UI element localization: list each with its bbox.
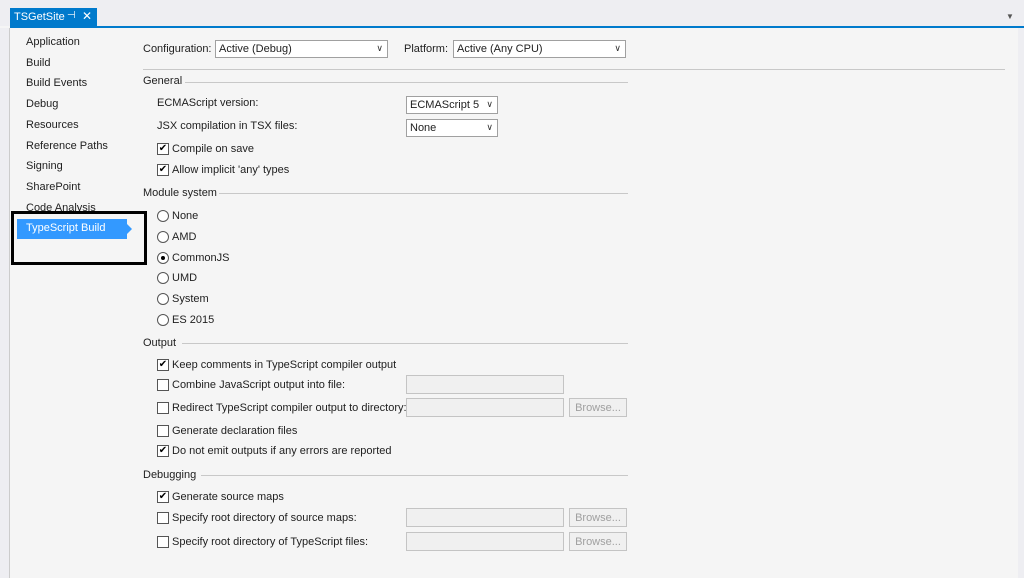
divider — [143, 69, 1005, 70]
sidebar-item-sharepoint[interactable]: SharePoint — [26, 181, 80, 193]
divider — [185, 82, 628, 83]
configuration-value: Active (Debug) — [219, 43, 292, 55]
no-emit-label: Do not emit outputs if any errors are re… — [172, 445, 392, 457]
sidebar-item-build-events[interactable]: Build Events — [26, 77, 87, 89]
module-none-radio[interactable] — [157, 210, 169, 222]
compile-on-save-label: Compile on save — [172, 143, 254, 155]
section-general: General — [143, 75, 183, 87]
pin-icon[interactable]: ⊣ — [67, 10, 76, 21]
no-emit-checkbox[interactable]: ✔ — [157, 445, 169, 457]
compile-on-save-checkbox[interactable]: ✔ — [157, 143, 169, 155]
platform-label: Platform: — [404, 43, 449, 55]
module-system-radio[interactable] — [157, 293, 169, 305]
tab-title: TSGetSite — [14, 11, 65, 23]
divider — [182, 343, 628, 344]
close-icon[interactable]: ✕ — [82, 9, 92, 23]
combine-output-input[interactable] — [406, 375, 564, 394]
declaration-checkbox[interactable] — [157, 425, 169, 437]
root-ts-label: Specify root directory of TypeScript fil… — [172, 536, 369, 548]
keep-comments-label: Keep comments in TypeScript compiler out… — [172, 359, 397, 371]
jsx-select[interactable]: None ∨ — [406, 119, 498, 137]
sidebar-item-signing[interactable]: Signing — [26, 160, 63, 172]
declaration-label: Generate declaration files — [172, 425, 298, 437]
module-umd-radio[interactable] — [157, 272, 169, 284]
chevron-down-icon: ∨ — [376, 43, 383, 53]
platform-value: Active (Any CPU) — [457, 43, 543, 55]
sidebar-item-resources[interactable]: Resources — [26, 119, 79, 131]
implicit-any-label: Allow implicit 'any' types — [172, 164, 290, 176]
section-module-system: Module system — [143, 187, 217, 199]
root-ts-input[interactable] — [406, 532, 564, 551]
root-ts-checkbox[interactable] — [157, 536, 169, 548]
redirect-output-checkbox[interactable] — [157, 402, 169, 414]
combine-output-checkbox[interactable] — [157, 379, 169, 391]
jsx-value: None — [410, 122, 437, 134]
ecma-label: ECMAScript version: — [157, 97, 259, 109]
root-maps-checkbox[interactable] — [157, 512, 169, 524]
implicit-any-checkbox[interactable]: ✔ — [157, 164, 169, 176]
module-umd-label: UMD — [172, 272, 198, 284]
ecma-select[interactable]: ECMAScript 5 ∨ — [406, 96, 498, 114]
divider — [201, 475, 628, 476]
highlight-box — [11, 211, 147, 265]
root-maps-browse-button[interactable]: Browse... — [569, 508, 627, 527]
chevron-down-icon: ∨ — [486, 99, 493, 109]
document-tab-bar — [0, 0, 1024, 26]
sidebar-item-debug[interactable]: Debug — [26, 98, 58, 110]
module-system-label: System — [172, 293, 209, 305]
module-es2015-radio[interactable] — [157, 314, 169, 326]
tab-dropdown-icon[interactable]: ▼ — [1006, 12, 1014, 21]
redirect-browse-button[interactable]: Browse... — [569, 398, 627, 417]
sidebar-item-reference-paths[interactable]: Reference Paths — [26, 140, 108, 152]
module-es2015-label: ES 2015 — [172, 314, 215, 326]
source-maps-label: Generate source maps — [172, 491, 284, 503]
source-maps-checkbox[interactable]: ✔ — [157, 491, 169, 503]
chevron-down-icon: ∨ — [486, 122, 493, 132]
redirect-output-label: Redirect TypeScript compiler output to d… — [172, 402, 407, 414]
tab-underline — [10, 26, 1024, 28]
divider — [219, 193, 628, 194]
chevron-down-icon: ∨ — [614, 43, 621, 53]
configuration-label: Configuration: — [143, 43, 212, 55]
keep-comments-checkbox[interactable]: ✔ — [157, 359, 169, 371]
document-tab[interactable]: TSGetSite ⊣ ✕ — [10, 8, 97, 27]
combine-output-label: Combine JavaScript output into file: — [172, 379, 346, 391]
jsx-label: JSX compilation in TSX files: — [157, 120, 298, 132]
root-maps-label: Specify root directory of source maps: — [172, 512, 357, 524]
left-edge — [0, 28, 10, 578]
module-commonjs-label: CommonJS — [172, 252, 230, 264]
module-amd-radio[interactable] — [157, 231, 169, 243]
platform-select[interactable]: Active (Any CPU) ∨ — [453, 40, 626, 58]
module-none-label: None — [172, 210, 199, 222]
ecma-value: ECMAScript 5 — [410, 99, 480, 111]
section-debugging: Debugging — [143, 469, 197, 481]
sidebar-item-build[interactable]: Build — [26, 57, 50, 69]
right-edge — [1018, 28, 1024, 578]
sidebar-item-application[interactable]: Application — [26, 36, 80, 48]
redirect-output-input[interactable] — [406, 398, 564, 417]
configuration-select[interactable]: Active (Debug) ∨ — [215, 40, 388, 58]
module-amd-label: AMD — [172, 231, 197, 243]
root-ts-browse-button[interactable]: Browse... — [569, 532, 627, 551]
module-commonjs-radio[interactable] — [157, 252, 169, 264]
section-output: Output — [143, 337, 177, 349]
root-maps-input[interactable] — [406, 508, 564, 527]
